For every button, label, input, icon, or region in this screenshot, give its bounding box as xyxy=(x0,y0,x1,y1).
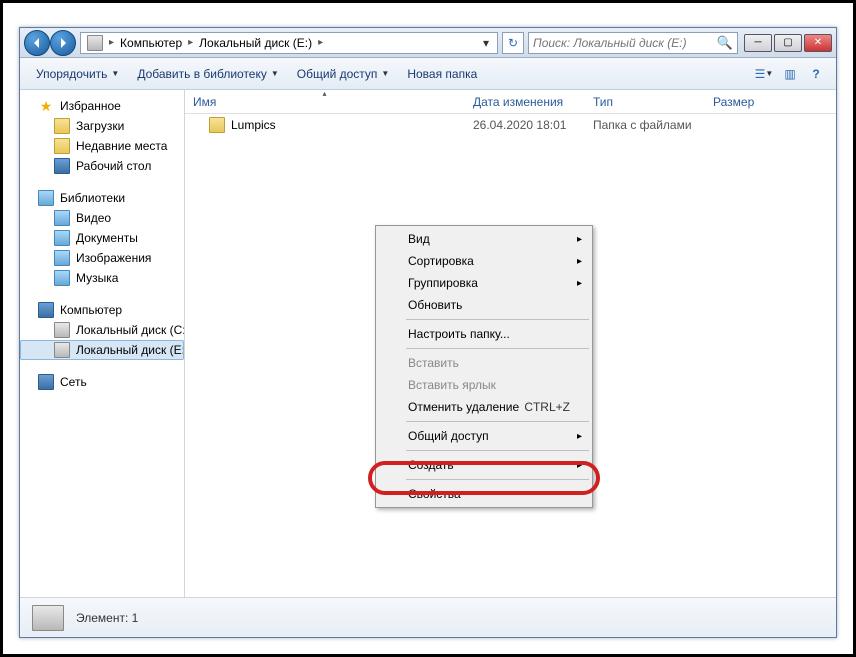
folder-icon xyxy=(54,138,70,154)
chevron-down-icon: ▼ xyxy=(381,69,389,78)
separator xyxy=(406,348,589,349)
sidebar-item-desktop[interactable]: Рабочий стол xyxy=(20,156,184,176)
help-button[interactable]: ? xyxy=(804,64,828,84)
breadcrumb-segment[interactable]: Локальный диск (E:) xyxy=(195,36,316,50)
sidebar-item-disk-c[interactable]: Локальный диск (C:) xyxy=(20,320,184,340)
file-date: 26.04.2020 18:01 xyxy=(473,118,566,132)
sidebar-computer-header[interactable]: Компьютер xyxy=(20,300,184,320)
ctx-paste: Вставить xyxy=(378,352,590,374)
sidebar: ★Избранное Загрузки Недавние места Рабоч… xyxy=(20,90,185,597)
folder-icon xyxy=(54,118,70,134)
sidebar-libraries-header[interactable]: Библиотеки xyxy=(20,188,184,208)
organize-button[interactable]: Упорядочить▼ xyxy=(28,63,127,85)
star-icon: ★ xyxy=(38,98,54,114)
desktop-icon xyxy=(54,158,70,174)
column-headers: Имя Дата изменения Тип Размер xyxy=(185,90,836,114)
ctx-group[interactable]: Группировка▸ xyxy=(378,272,590,294)
sidebar-favorites-header[interactable]: ★Избранное xyxy=(20,96,184,116)
network-icon xyxy=(38,374,54,390)
ctx-refresh[interactable]: Обновить xyxy=(378,294,590,316)
column-size[interactable]: Размер xyxy=(705,90,785,113)
breadcrumb-segment[interactable]: Компьютер xyxy=(116,36,186,50)
maximize-button[interactable]: ▢ xyxy=(774,34,802,52)
video-icon xyxy=(54,210,70,226)
share-button[interactable]: Общий доступ▼ xyxy=(289,63,398,85)
ctx-view[interactable]: Вид▸ xyxy=(378,228,590,250)
add-library-button[interactable]: Добавить в библиотеку▼ xyxy=(129,63,286,85)
drive-icon xyxy=(32,605,64,631)
new-folder-button[interactable]: Новая папка xyxy=(399,63,485,85)
chevron-right-icon: ▸ xyxy=(577,431,582,442)
music-icon xyxy=(54,270,70,286)
search-box[interactable]: 🔍 xyxy=(528,32,738,54)
separator xyxy=(406,319,589,320)
shortcut-label: CTRL+Z xyxy=(524,400,570,414)
sidebar-network-header[interactable]: Сеть xyxy=(20,372,184,392)
sidebar-item-documents[interactable]: Документы xyxy=(20,228,184,248)
forward-button[interactable] xyxy=(50,30,76,56)
ctx-properties[interactable]: Свойства xyxy=(378,483,590,505)
library-icon xyxy=(38,190,54,206)
computer-icon xyxy=(38,302,54,318)
search-icon[interactable]: 🔍 xyxy=(717,35,733,51)
context-menu: Вид▸ Сортировка▸ Группировка▸ Обновить Н… xyxy=(375,225,593,508)
documents-icon xyxy=(54,230,70,246)
drive-icon xyxy=(54,322,70,338)
file-row[interactable]: Lumpics 26.04.2020 18:01 Папка с файлами xyxy=(185,114,836,136)
chevron-right-icon: ▸ xyxy=(316,37,325,48)
sidebar-item-music[interactable]: Музыка xyxy=(20,268,184,288)
column-name[interactable]: Имя xyxy=(185,90,465,113)
column-date[interactable]: Дата изменения xyxy=(465,90,585,113)
ctx-sort[interactable]: Сортировка▸ xyxy=(378,250,590,272)
separator xyxy=(406,450,589,451)
minimize-button[interactable]: ─ xyxy=(744,34,772,52)
toolbar: Упорядочить▼ Добавить в библиотеку▼ Общи… xyxy=(20,58,836,90)
pictures-icon xyxy=(54,250,70,266)
preview-pane-button[interactable]: ▥ xyxy=(778,64,802,84)
body: ★Избранное Загрузки Недавние места Рабоч… xyxy=(20,90,836,597)
file-type: Папка с файлами xyxy=(593,118,692,132)
chevron-down-icon: ▼ xyxy=(271,69,279,78)
drive-icon xyxy=(54,342,70,358)
sidebar-item-disk-e[interactable]: Локальный диск (E:) xyxy=(20,340,184,360)
chevron-right-icon: ▸ xyxy=(577,256,582,267)
breadcrumb[interactable]: ▸ Компьютер ▸ Локальный диск (E:) ▸ ▾ xyxy=(80,32,498,54)
sidebar-item-downloads[interactable]: Загрузки xyxy=(20,116,184,136)
sidebar-item-video[interactable]: Видео xyxy=(20,208,184,228)
sidebar-item-recent[interactable]: Недавние места xyxy=(20,136,184,156)
titlebar: ▸ Компьютер ▸ Локальный диск (E:) ▸ ▾ ↻ … xyxy=(20,28,836,58)
chevron-right-icon: ▸ xyxy=(577,234,582,245)
chevron-right-icon: ▸ xyxy=(186,37,195,48)
file-name: Lumpics xyxy=(231,118,276,132)
ctx-customize[interactable]: Настроить папку... xyxy=(378,323,590,345)
ctx-undo-delete[interactable]: Отменить удалениеCTRL+Z xyxy=(378,396,590,418)
ctx-create[interactable]: Создать▸ xyxy=(378,454,590,476)
refresh-button[interactable]: ↻ xyxy=(502,32,524,54)
column-type[interactable]: Тип xyxy=(585,90,705,113)
chevron-right-icon: ▸ xyxy=(577,278,582,289)
folder-icon xyxy=(209,117,225,133)
chevron-down-icon: ▼ xyxy=(111,69,119,78)
breadcrumb-dropdown[interactable]: ▾ xyxy=(477,36,495,50)
ctx-share[interactable]: Общий доступ▸ xyxy=(378,425,590,447)
status-text: Элемент: 1 xyxy=(76,611,138,625)
close-button[interactable]: ✕ xyxy=(804,34,832,52)
separator xyxy=(406,421,589,422)
back-button[interactable] xyxy=(24,30,50,56)
chevron-right-icon: ▸ xyxy=(577,460,582,471)
chevron-right-icon: ▸ xyxy=(107,37,116,48)
view-mode-button[interactable]: ☰ ▼ xyxy=(752,64,776,84)
separator xyxy=(406,479,589,480)
statusbar: Элемент: 1 xyxy=(20,597,836,637)
ctx-paste-shortcut: Вставить ярлык xyxy=(378,374,590,396)
search-input[interactable] xyxy=(533,36,717,50)
drive-icon xyxy=(87,35,103,51)
file-pane[interactable]: Имя Дата изменения Тип Размер Lumpics 26… xyxy=(185,90,836,597)
sidebar-item-pictures[interactable]: Изображения xyxy=(20,248,184,268)
explorer-window: { "titlebar": { "breadcrumb": ["Компьюте… xyxy=(19,27,837,638)
